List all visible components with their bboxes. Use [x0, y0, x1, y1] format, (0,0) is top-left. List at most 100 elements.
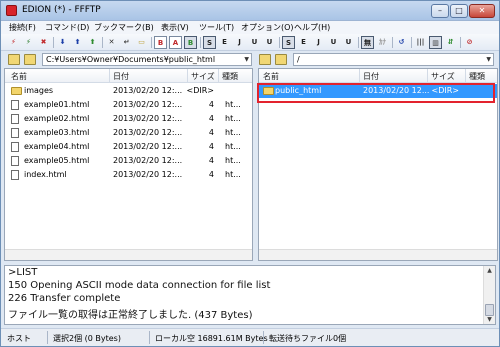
list-view-icon[interactable]: ||| — [414, 36, 427, 49]
toolbar-separator — [411, 37, 412, 48]
local-list-header: 名前 日付 サイズ 種類 — [5, 69, 252, 83]
file-name: index.html — [24, 170, 67, 179]
remote-euc-icon[interactable]: E — [297, 36, 310, 49]
remote-sjis-icon[interactable]: S — [282, 36, 295, 49]
window-title: EDION (*) - FFFTP — [22, 5, 101, 15]
detail-view-icon[interactable]: ▥ — [429, 36, 442, 49]
maximize-button[interactable]: □ — [450, 4, 468, 18]
file-icon — [11, 156, 19, 166]
file-type: ht... — [225, 156, 241, 165]
file-type: ht... — [225, 170, 241, 179]
status-divider — [263, 331, 264, 344]
file-type: ht... — [225, 100, 241, 109]
connect-icon[interactable]: ⚡ — [7, 36, 20, 49]
auto-mode-icon[interactable]: B — [184, 36, 197, 49]
file-name: images — [24, 86, 54, 95]
log-panel[interactable]: >LIST 150 Opening ASCII mode data connec… — [4, 265, 496, 325]
remote-col-size[interactable]: サイズ — [431, 71, 455, 82]
kanji-jis-icon[interactable]: J — [233, 36, 246, 49]
file-icon — [11, 128, 19, 138]
remote-utf8-icon[interactable]: U — [342, 36, 355, 49]
log-vscrollbar[interactable]: ▲ ▼ — [483, 266, 495, 324]
local-file-row[interactable]: example05.html 2013/02/20 12:... 4 ht... — [5, 154, 252, 168]
download-icon[interactable]: ⬇ — [56, 36, 69, 49]
file-size: <DIR> — [186, 86, 214, 95]
file-date: 2013/02/20 12:... — [113, 86, 183, 95]
local-file-row[interactable]: example03.html 2013/02/20 12:... 4 ht... — [5, 126, 252, 140]
status-divider — [47, 331, 48, 344]
menu-help[interactable]: ヘルプ(H) — [294, 22, 330, 33]
refresh-icon[interactable]: ↺ — [395, 36, 408, 49]
new-folder-icon[interactable]: ▭ — [135, 36, 148, 49]
stop-icon[interactable]: ⊘ — [463, 36, 476, 49]
local-col-type[interactable]: 種類 — [222, 71, 238, 82]
toolbar-separator — [102, 37, 103, 48]
binary-mode-icon[interactable]: B — [154, 36, 167, 49]
remote-col-date[interactable]: 日付 — [363, 71, 379, 82]
sync-folder-icon[interactable]: ⇵ — [444, 36, 457, 49]
disconnect-icon[interactable]: ✖ — [37, 36, 50, 49]
kana-conversion-icon[interactable]: ｶﾅ — [376, 36, 389, 49]
quick-connect-icon[interactable]: ⚡ — [22, 36, 35, 49]
local-file-row[interactable]: example01.html 2013/02/20 12:... 4 ht... — [5, 98, 252, 112]
file-size: 4 — [208, 142, 214, 151]
local-path-input[interactable]: C:¥Users¥Owner¥Documents¥public_html ▼ — [42, 53, 252, 66]
remote-jis-icon[interactable]: J — [312, 36, 325, 49]
remote-open-folder-icon[interactable] — [275, 54, 287, 65]
column-divider — [109, 69, 110, 83]
menu-tools[interactable]: ツール(T) — [199, 22, 234, 33]
menu-view[interactable]: 表示(V) — [161, 22, 189, 33]
menu-connect[interactable]: 接続(F) — [9, 22, 36, 33]
kanji-utf8n-icon[interactable]: U — [248, 36, 261, 49]
local-up-folder-icon[interactable] — [8, 54, 20, 65]
ascii-mode-icon[interactable]: A — [169, 36, 182, 49]
remote-up-folder-icon[interactable] — [259, 54, 271, 65]
rename-icon[interactable]: ↵ — [120, 36, 133, 49]
local-col-date[interactable]: 日付 — [113, 71, 129, 82]
local-file-list[interactable]: 名前 日付 サイズ 種類 images 2013/02/20 12:... <DIR… — [4, 68, 253, 261]
no-conversion-icon[interactable]: 無 — [361, 36, 374, 49]
scroll-down-icon[interactable]: ▼ — [484, 315, 495, 324]
file-icon — [11, 114, 19, 124]
mirror-upload-icon[interactable]: ⬆ — [86, 36, 99, 49]
chevron-down-icon[interactable]: ▼ — [244, 54, 249, 65]
file-size: 4 — [208, 128, 214, 137]
local-col-name[interactable]: 名前 — [11, 71, 27, 82]
local-file-row[interactable]: images 2013/02/20 12:... <DIR> — [5, 84, 252, 98]
local-col-size[interactable]: サイズ — [191, 71, 215, 82]
column-divider — [218, 69, 219, 83]
kanji-euc-icon[interactable]: E — [218, 36, 231, 49]
scroll-up-icon[interactable]: ▲ — [484, 266, 495, 275]
menu-options[interactable]: オプション(O) — [241, 22, 294, 33]
local-file-row[interactable]: example02.html 2013/02/20 12:... 4 ht... — [5, 112, 252, 126]
local-file-row[interactable]: example04.html 2013/02/20 12:... 4 ht... — [5, 140, 252, 154]
log-line: >LIST — [8, 267, 38, 278]
file-type: ht... — [225, 114, 241, 123]
app-window: EDION (*) - FFFTP – □ ✕ 接続(F) コマンド(D) ブッ… — [0, 0, 500, 347]
remote-path-input[interactable]: / ▼ — [293, 53, 494, 66]
toolbar-separator — [392, 37, 393, 48]
close-button[interactable]: ✕ — [469, 4, 495, 18]
local-open-folder-icon[interactable] — [24, 54, 36, 65]
minimize-button[interactable]: – — [431, 4, 449, 18]
upload-icon[interactable]: ⬆ — [71, 36, 84, 49]
menu-command[interactable]: コマンド(D) — [45, 22, 89, 33]
column-divider — [427, 69, 428, 83]
delete-icon[interactable]: ✕ — [105, 36, 118, 49]
remote-hscrollbar[interactable] — [259, 249, 497, 260]
file-name: example01.html — [24, 100, 90, 109]
remote-col-type[interactable]: 種類 — [469, 71, 485, 82]
remote-col-name[interactable]: 名前 — [263, 71, 279, 82]
menu-bookmark[interactable]: ブックマーク(B) — [94, 22, 154, 33]
local-file-row[interactable]: index.html 2013/02/20 12:... 4 ht... — [5, 168, 252, 182]
toolbar: ⚡ ⚡ ✖ ⬇ ⬆ ⬆ ✕ ↵ ▭ B A B S E J U U S E J U U 無ｶﾅ ↺ ||| ▥ ⇵ ⊘ — [1, 34, 499, 51]
file-name: example05.html — [24, 156, 90, 165]
local-hscrollbar[interactable] — [5, 249, 252, 260]
remote-utf8n-icon[interactable]: U — [327, 36, 340, 49]
kanji-utf8-icon[interactable]: U — [263, 36, 276, 49]
file-date: 2013/02/20 12:... — [113, 114, 183, 123]
toolbar-separator — [358, 37, 359, 48]
kanji-sjis-icon[interactable]: S — [203, 36, 216, 49]
app-icon — [6, 5, 17, 16]
chevron-down-icon[interactable]: ▼ — [486, 54, 491, 65]
